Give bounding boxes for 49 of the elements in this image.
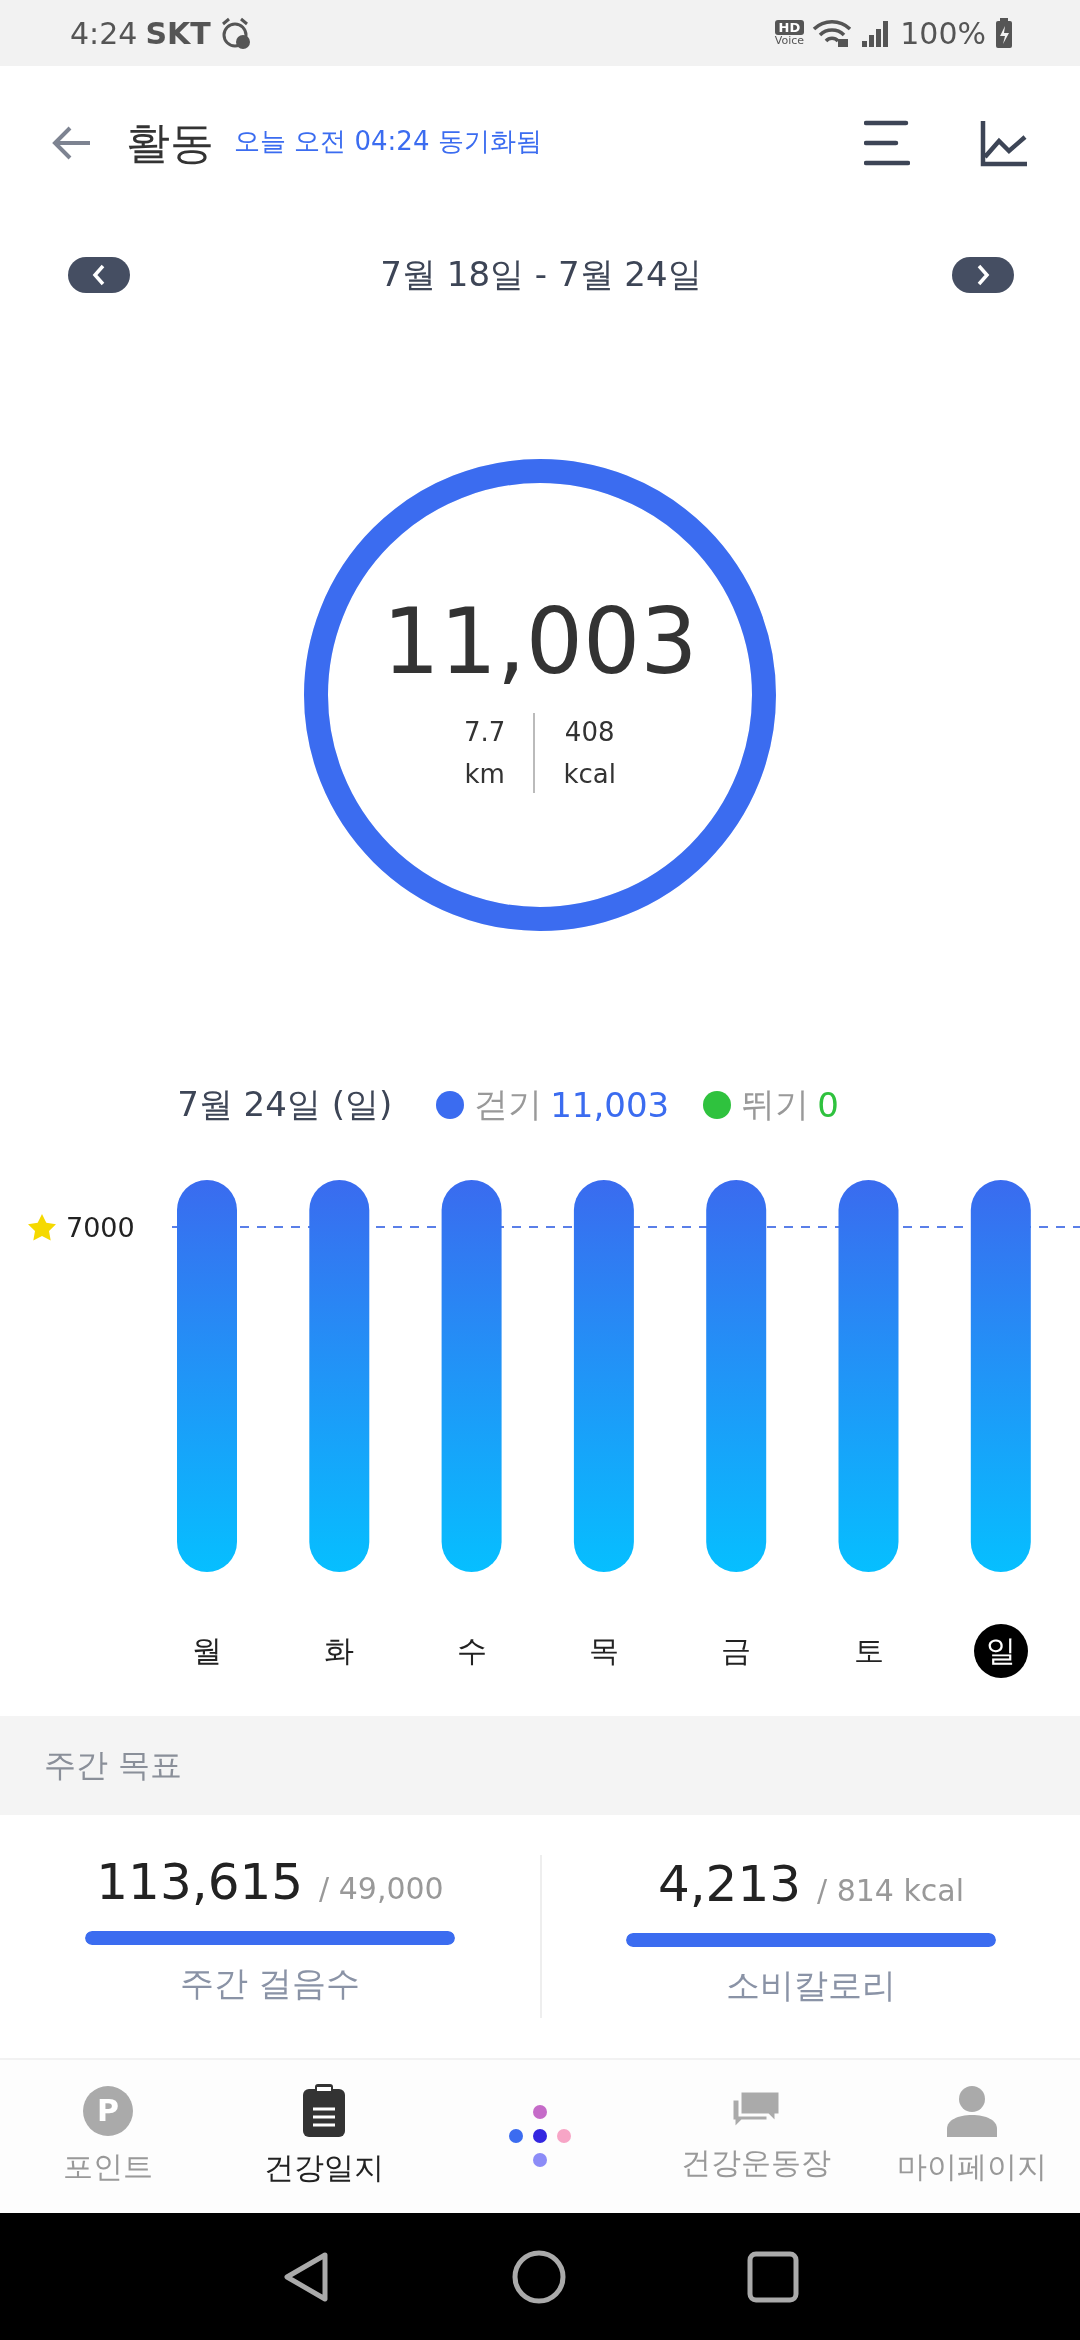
next-week-button[interactable] [952, 257, 1014, 293]
day-tab[interactable]: 목 [577, 1624, 632, 1678]
date-range: 7월 18일 - 7월 24일 [379, 253, 703, 296]
day-tab[interactable]: 월 [180, 1624, 235, 1678]
menu-icon[interactable] [864, 119, 910, 167]
carrier-name: SKT [145, 15, 211, 51]
star-icon [28, 1214, 56, 1241]
nav-tab[interactable]: 건강일지 [216, 2060, 432, 2213]
distance-unit: km [464, 759, 505, 789]
day-tab[interactable]: 금 [709, 1624, 764, 1678]
points-icon: P [82, 2085, 134, 2137]
legend-value: 11,003 [550, 1085, 670, 1125]
chevron-right-icon [976, 264, 990, 286]
goal-label: 주간 걸음수 [179, 1962, 361, 2005]
status-time: 4:24 [70, 15, 138, 51]
battery-icon [994, 17, 1014, 49]
selected-date: 7월 24일 (일) [177, 1083, 393, 1126]
section-title: 주간 목표 [44, 1744, 183, 1786]
page-title: 활동 [126, 115, 214, 170]
line-chart-icon[interactable] [980, 119, 1028, 167]
goal-target: / 49,000 [319, 1871, 444, 1906]
step-count: 11,003 [382, 597, 698, 687]
home-nav-icon[interactable] [512, 2249, 566, 2304]
clipboard-icon [302, 2084, 346, 2138]
wifi-icon [812, 17, 853, 49]
goal-label: 소비칼로리 [726, 1964, 896, 2007]
legend-value: 0 [817, 1085, 839, 1125]
hd-badge: HD [774, 20, 805, 35]
goal-value: 7000 [66, 1212, 135, 1243]
previous-week-button[interactable] [68, 257, 130, 293]
legend-label: 걷기 [474, 1083, 543, 1126]
dots-menu-icon[interactable] [507, 2103, 573, 2170]
day-tab[interactable]: 일 [973, 1624, 1028, 1678]
calories-unit: kcal [563, 759, 616, 789]
distance-value: 7.7 [464, 717, 506, 747]
chevron-left-icon [92, 264, 106, 286]
day-tab[interactable]: 토 [841, 1624, 896, 1678]
battery-percent: 100% [900, 15, 986, 51]
voice-label: Voice [774, 35, 804, 46]
calories-value: 408 [564, 717, 615, 747]
day-tab[interactable]: 수 [444, 1624, 499, 1678]
recents-nav-icon[interactable] [747, 2250, 800, 2303]
legend-label: 뛰기 [741, 1083, 810, 1126]
day-tab[interactable]: 화 [312, 1624, 367, 1678]
person-icon [946, 2085, 998, 2137]
goal-target: / 814 kcal [817, 1873, 965, 1908]
goal-progress-value: 113,615 [96, 1853, 304, 1911]
goal-progress-value: 4,213 [657, 1855, 802, 1913]
sync-status: 오늘 오전 04:24 동기화됨 [234, 124, 542, 158]
